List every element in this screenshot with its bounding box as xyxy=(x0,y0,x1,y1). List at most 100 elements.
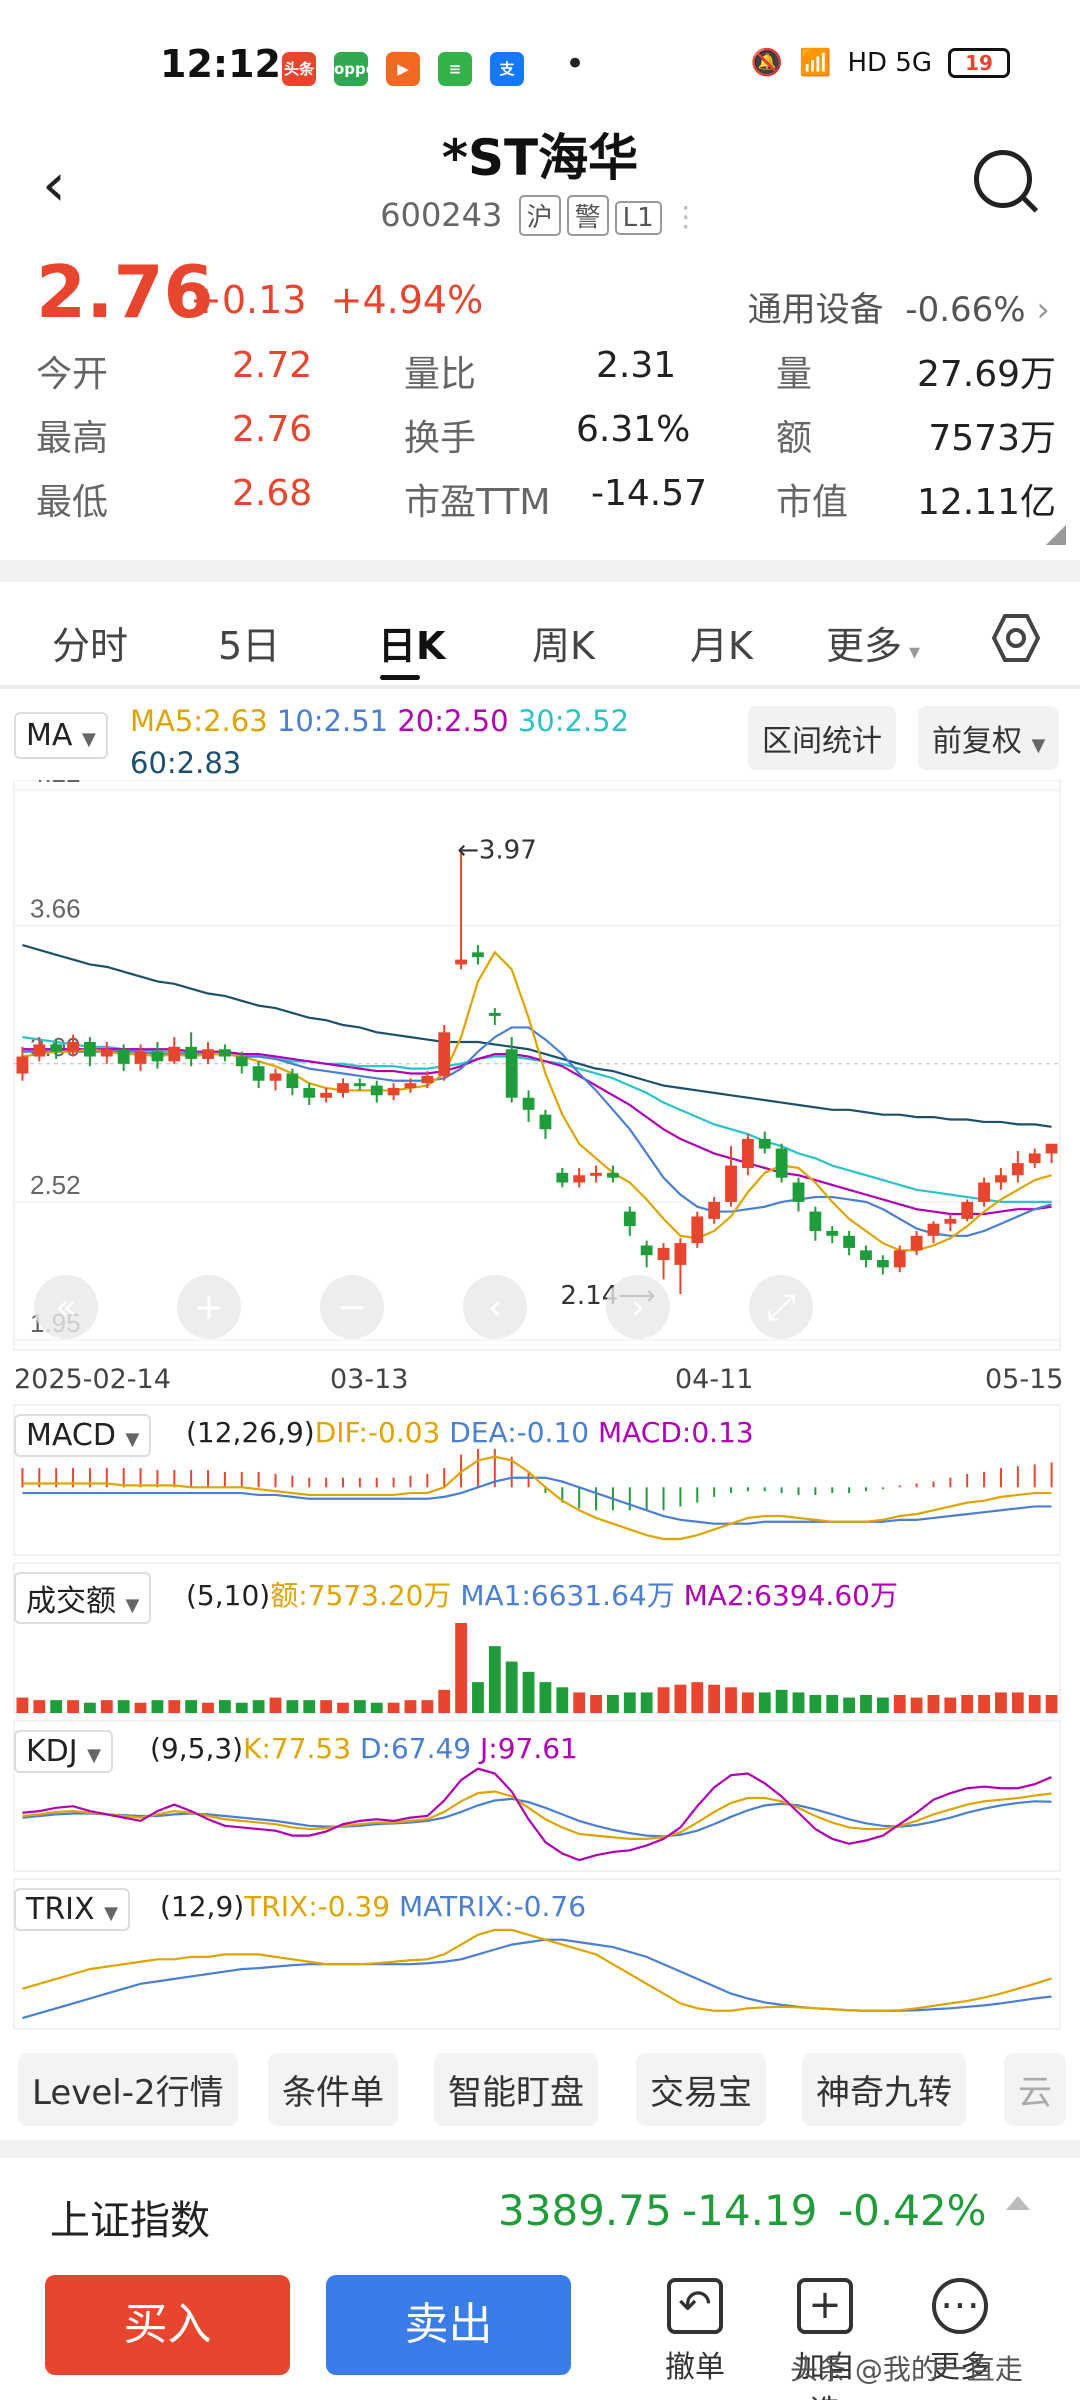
index-bar[interactable]: 上证指数 3389.75 -14.19 -0.42% xyxy=(0,2160,1080,2260)
candle-body xyxy=(573,1175,586,1183)
amount-bar xyxy=(741,1692,754,1713)
amount-bar xyxy=(657,1687,670,1713)
candle-body xyxy=(67,1041,79,1052)
x-tick-label: 03-13 xyxy=(330,1364,408,1395)
amount-bar xyxy=(927,1695,940,1713)
candle-body xyxy=(488,1012,501,1016)
amount-bar xyxy=(623,1692,636,1713)
macd-selector[interactable]: MACD ▼ xyxy=(14,1414,152,1457)
candle-body xyxy=(978,1182,990,1202)
search-icon[interactable] xyxy=(974,150,1032,208)
trix-legend: (12,9)TRIX:-0.39 MATRIX:-0.76 xyxy=(160,1890,586,1923)
battery-icon: 19 xyxy=(948,48,1010,78)
amount-bar xyxy=(556,1687,569,1713)
stat-label: 额 xyxy=(776,418,813,459)
stat-label: 最高 xyxy=(36,418,109,459)
trix-selector[interactable]: TRIX ▼ xyxy=(14,1888,130,1931)
candle-body xyxy=(286,1073,299,1089)
adjust-selector[interactable]: 前复权 ▼ xyxy=(918,706,1060,770)
tab-daily-k[interactable]: 日K xyxy=(378,615,445,670)
video-icon: ▶ xyxy=(386,52,420,86)
stats-row: 最低 2.68 市盈TTM -14.57 市值 12.11亿 xyxy=(36,473,1056,537)
amount-bar xyxy=(50,1700,63,1713)
status-right: 🔕 📶 HD 5G 19 xyxy=(751,48,1010,78)
amount-bar xyxy=(438,1689,451,1713)
tab-monthly-k[interactable]: 月K xyxy=(690,615,753,670)
candle-body xyxy=(353,1083,366,1087)
index-name: 上证指数 xyxy=(50,2198,210,2244)
amount-bar xyxy=(387,1702,400,1713)
amount-bar xyxy=(590,1695,602,1713)
amount-bar xyxy=(978,1695,990,1713)
ma60-line xyxy=(22,944,1052,1128)
candle-body xyxy=(50,1044,63,1052)
range-stat-button[interactable]: 区间统计 xyxy=(748,706,896,770)
cancel-order-button[interactable]: ↶ 撤单 xyxy=(655,2278,735,2386)
matrix-value: MATRIX:-0.76 xyxy=(399,1890,587,1923)
candle-body xyxy=(843,1235,856,1248)
candle-body xyxy=(337,1083,349,1093)
candle-body xyxy=(657,1247,670,1261)
status-time: 12:12 xyxy=(160,42,281,86)
tool-magic-nine[interactable]: 神奇九转 xyxy=(802,2053,966,2126)
candle-body xyxy=(134,1051,147,1064)
amount-bar xyxy=(792,1692,805,1713)
tool-smart-watch[interactable]: 智能盯盘 xyxy=(434,2053,598,2126)
sell-button[interactable]: 卖出 xyxy=(326,2275,571,2375)
candle-body xyxy=(792,1182,805,1202)
kdj-selector-label: KDJ xyxy=(26,1734,78,1769)
amount-bar xyxy=(1028,1695,1041,1713)
sector-name: 通用设备 xyxy=(747,290,884,330)
amount-ma2: MA2:6394.60万 xyxy=(683,1579,898,1612)
tab-weekly-k[interactable]: 周K xyxy=(532,615,595,670)
amount-bar xyxy=(67,1700,79,1713)
ma30-value: 30:2.52 xyxy=(517,704,630,738)
more-icon: ⋯ xyxy=(932,2278,988,2334)
amount-bar xyxy=(488,1646,501,1713)
tab-intraday[interactable]: 分时 xyxy=(52,615,128,670)
kdj-selector[interactable]: KDJ ▼ xyxy=(14,1730,114,1773)
status-bar: 12:12 头条 oppo ▶ ≡ 支 • 🔕 📶 HD 5G 19 xyxy=(0,0,1080,130)
candle-body xyxy=(640,1245,653,1256)
candle-body xyxy=(860,1250,872,1261)
kdj-params: (9,5,3) xyxy=(150,1732,244,1765)
candle-body xyxy=(691,1216,704,1244)
candle-body xyxy=(320,1092,333,1098)
candle-body xyxy=(387,1088,400,1096)
caret-up-icon[interactable] xyxy=(1006,2196,1030,2210)
amount-bar xyxy=(944,1697,957,1713)
amount-bar xyxy=(218,1700,231,1713)
amount-bar xyxy=(151,1700,164,1713)
amount-bar xyxy=(708,1684,721,1713)
tool-conditional-order[interactable]: 条件单 xyxy=(268,2053,398,2126)
more-dots-icon[interactable]: ⋮ xyxy=(672,200,700,233)
settings-icon[interactable] xyxy=(990,612,1042,664)
kline-chart[interactable]: 4.223.663.092.521.95←3.972.14⟶«+−‹›⤢2025… xyxy=(0,780,1080,2040)
amount-selector[interactable]: 成交额 ▼ xyxy=(14,1572,152,1624)
sector-link[interactable]: 通用设备 -0.66% › xyxy=(748,282,1050,331)
stats-row: 今开 2.72 量比 2.31 量 27.69万 xyxy=(36,345,1056,409)
tool-trade-treasure[interactable]: 交易宝 xyxy=(636,2053,766,2126)
candle-body xyxy=(590,1172,602,1176)
trix-value: TRIX:-0.39 xyxy=(244,1890,391,1923)
period-tabs: 分时 5日 日K 周K 月K 更多 ▾ xyxy=(0,595,1080,685)
macd-legend: (12,26,9)DIF:-0.03 DEA:-0.10 MACD:0.13 xyxy=(186,1416,754,1449)
tool-cloud[interactable]: 云 xyxy=(1004,2053,1066,2126)
tab-more[interactable]: 更多 ▾ xyxy=(826,615,920,670)
tool-level2[interactable]: Level-2行情 xyxy=(18,2053,238,2126)
amount-bar xyxy=(370,1702,383,1713)
candle-body xyxy=(218,1049,231,1057)
caret-down-icon: ▾ xyxy=(902,640,921,665)
ma-selector[interactable]: MA ▼ xyxy=(14,712,108,759)
amount-value: 额:7573.20万 xyxy=(270,1579,452,1612)
expand-corner-icon[interactable] xyxy=(1046,525,1066,545)
amount-bar xyxy=(691,1682,704,1713)
buy-button[interactable]: 买入 xyxy=(45,2275,290,2375)
amount-bar xyxy=(522,1671,535,1713)
stat-value: 2.68 xyxy=(232,473,313,514)
stat-value: 27.69万 xyxy=(916,354,1056,395)
amount-bar xyxy=(910,1697,923,1713)
first-icon-glyph: « xyxy=(55,1287,77,1328)
amount-bar xyxy=(573,1692,586,1713)
tab-5day[interactable]: 5日 xyxy=(218,615,280,670)
